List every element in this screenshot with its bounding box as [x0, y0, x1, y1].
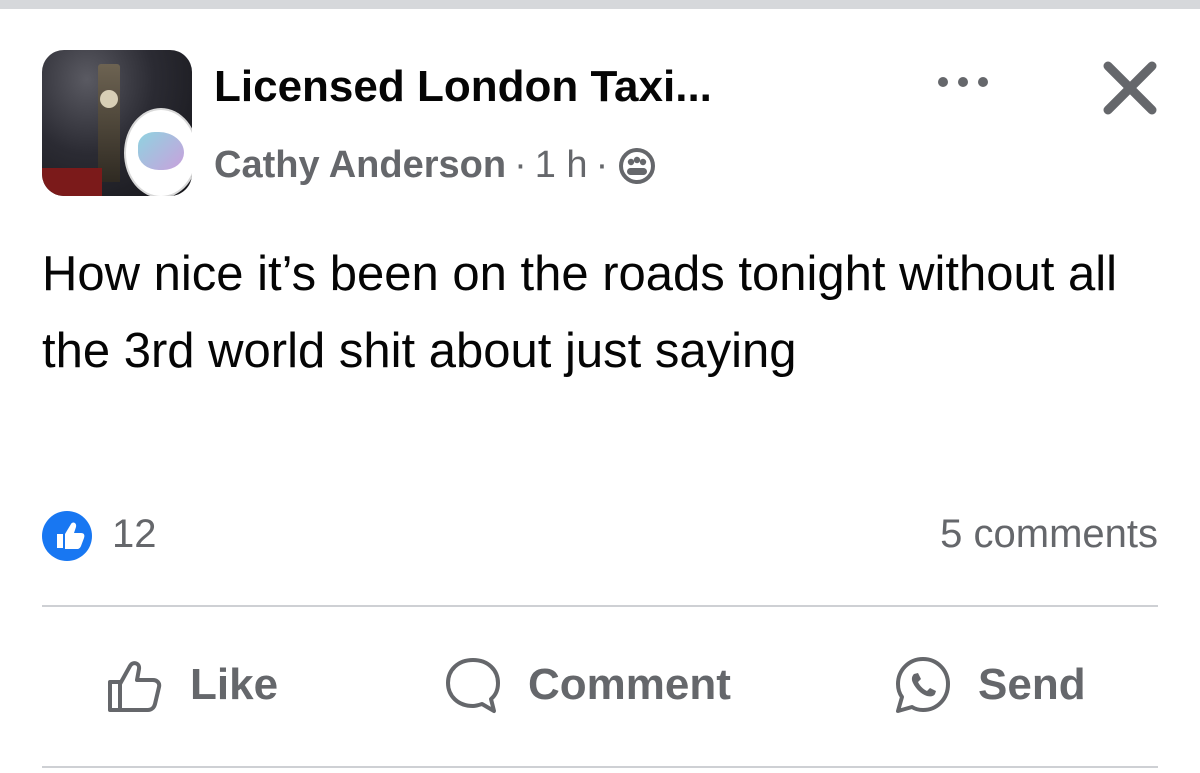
- whatsapp-icon: [896, 657, 950, 713]
- post-timestamp[interactable]: 1 h: [535, 144, 588, 187]
- group-members-icon: [619, 147, 656, 184]
- like-count[interactable]: 12: [112, 512, 157, 557]
- close-icon[interactable]: [1098, 56, 1162, 120]
- actions-divider-top: [42, 605, 1158, 607]
- comment-bubble-icon: [446, 658, 500, 713]
- post-meta: Cathy Anderson · 1 h ·: [214, 144, 656, 187]
- like-reaction-icon[interactable]: [40, 509, 94, 563]
- group-name-link[interactable]: Licensed London Taxi...: [214, 62, 712, 112]
- send-button[interactable]: Send: [892, 640, 1086, 730]
- author-name-link[interactable]: Cathy Anderson: [214, 144, 506, 187]
- group-avatar[interactable]: [42, 50, 192, 196]
- comments-count-link[interactable]: 5 comments: [940, 512, 1158, 557]
- avatar-clock: [100, 90, 118, 108]
- meta-separator: ·: [514, 144, 527, 186]
- like-label: Like: [190, 660, 279, 709]
- post-stats: 12 5 comments: [40, 508, 1160, 564]
- send-label: Send: [978, 660, 1086, 709]
- thumbs-up-icon: [108, 661, 162, 712]
- avatar-logo-badge: [124, 108, 192, 196]
- more-options-icon[interactable]: [930, 64, 996, 100]
- post-actions-bar: Like Comment Send: [42, 640, 1158, 730]
- meta-separator: ·: [595, 144, 609, 186]
- like-button[interactable]: Like: [104, 640, 278, 730]
- post-body-text: How nice it’s been on the roads tonight …: [42, 247, 1118, 378]
- comment-button[interactable]: Comment: [442, 640, 731, 730]
- avatar-tower: [98, 64, 120, 182]
- avatar-bus: [42, 168, 102, 196]
- top-divider-strip: [0, 0, 1200, 9]
- comment-label: Comment: [528, 660, 731, 709]
- actions-divider-bottom: [42, 766, 1158, 768]
- post-header: Licensed London Taxi... Cathy Anderson ·…: [42, 50, 1162, 200]
